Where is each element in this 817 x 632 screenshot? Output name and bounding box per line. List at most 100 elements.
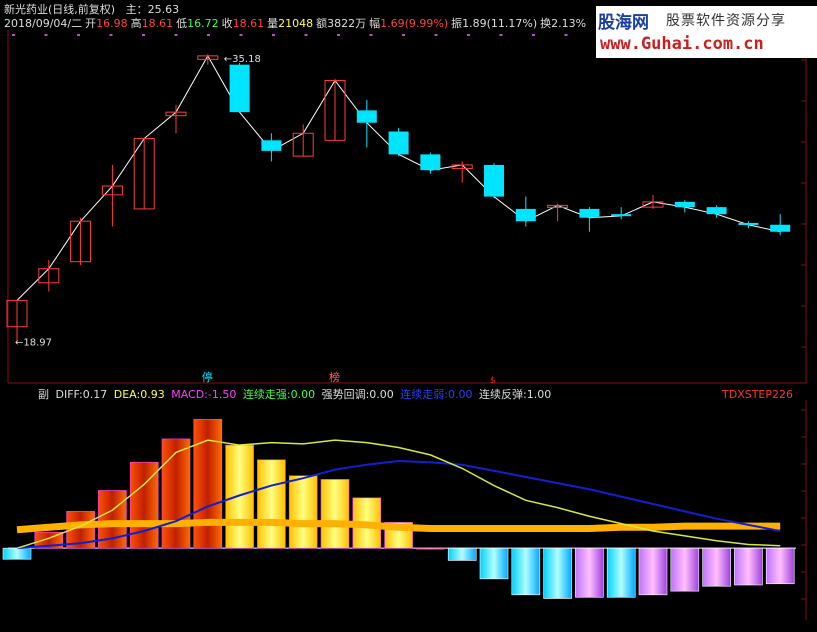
candle-body-down <box>356 110 377 123</box>
macd-bar <box>670 547 700 592</box>
header-dot <box>369 34 373 36</box>
macd-bar <box>606 547 636 598</box>
candle-body-down <box>261 140 282 151</box>
close-value: 18.61 <box>232 17 265 30</box>
rebound-value: 1.00 <box>526 388 552 401</box>
low-value: 16.72 <box>187 17 219 30</box>
candle-body-down <box>738 222 759 225</box>
logo-slogan: 股票软件资源分享 <box>666 13 786 29</box>
macd-bar <box>702 547 731 587</box>
candle-body-down <box>420 154 441 171</box>
weak-label: 连续走弱: <box>400 388 449 401</box>
amt-value: 3822万 <box>327 17 367 30</box>
candle <box>165 105 187 134</box>
sub-indicator-name: TDXSTEP226 <box>722 388 794 401</box>
candle-body-down <box>388 131 409 155</box>
candle <box>70 217 92 266</box>
candle <box>356 99 377 148</box>
high-value: 18.61 <box>141 17 174 30</box>
macd-bar <box>734 547 763 586</box>
macd-bar <box>575 547 604 598</box>
logo-name: 股海网 <box>598 13 649 33</box>
amp-value: 1.89(11.17%) <box>462 17 538 30</box>
macd-bar <box>765 547 795 585</box>
sub-header: 副 DIFF:0.17 DEA:0.93 MACD:-1.50 连续走强: 0.0… <box>38 388 554 401</box>
candle <box>706 205 727 218</box>
header-dot <box>564 34 568 36</box>
candle <box>101 164 123 227</box>
rebound-label: 连续反弹: <box>479 388 527 401</box>
dea-value: 0.93 <box>140 388 165 401</box>
low-label: 低 <box>176 17 188 30</box>
macd-bar <box>2 547 32 560</box>
candle-body-down <box>515 208 536 222</box>
candle-body-down <box>611 214 632 217</box>
header-dot <box>142 34 145 36</box>
candle-body-down <box>579 208 600 218</box>
candle-body-down <box>229 64 250 113</box>
header-dot <box>44 34 48 36</box>
header-dot <box>207 34 210 36</box>
open-label: 开 <box>85 17 97 30</box>
open-value: 16.98 <box>96 17 128 30</box>
candle <box>197 54 219 65</box>
candle <box>674 200 695 213</box>
candle <box>292 124 314 157</box>
header-dot <box>304 34 308 36</box>
max-price-label: ←35.18 <box>224 54 261 65</box>
header-row-2: 2018/09/04/二 开16.98 高18.61 低16.72 收18.61 量210… <box>4 17 589 30</box>
header-dot <box>532 34 535 36</box>
candle <box>547 203 569 222</box>
macd-bar <box>447 547 477 561</box>
macd-bar <box>479 547 509 580</box>
candle-body-down <box>770 224 791 232</box>
candle-body-down <box>674 201 695 208</box>
pullback-label: 强势回调: <box>321 388 370 401</box>
main-indicator: 主：25.63 <box>125 3 180 16</box>
candle <box>420 152 441 174</box>
macd-label: MACD: <box>171 388 208 401</box>
macd-bar <box>320 479 350 549</box>
high-label: 高 <box>130 17 142 30</box>
candle <box>324 78 346 141</box>
min-price-label: ←18.97 <box>15 337 52 348</box>
amt-label: 额 <box>316 17 328 30</box>
candle <box>770 214 791 236</box>
sub-title: 副 <box>38 388 49 401</box>
candle <box>229 62 250 113</box>
header-dot <box>499 34 503 36</box>
rank-marker: 榜 <box>329 370 340 384</box>
header-dot <box>402 34 405 36</box>
header-row-1: 新光药业(日线,前复权) 主：25.63 <box>4 3 182 16</box>
header-dot <box>337 34 340 36</box>
diff-label: DIFF: <box>55 388 83 401</box>
candle <box>6 299 28 341</box>
macd-bar <box>416 547 445 550</box>
macd-bar <box>543 547 572 599</box>
logo-url: www.Guhai.com.cn <box>600 34 764 54</box>
chart-svg: ←35.18 ←18.97 停 榜 $ <box>2 30 807 620</box>
header-dot <box>174 34 178 36</box>
chg-value: 1.69(9.99%) <box>380 17 449 30</box>
date-value: 2018/09/04/二 <box>4 17 83 30</box>
candle <box>579 207 600 232</box>
header-dot <box>77 34 80 36</box>
stock-title: 新光药业(日线,前复权) <box>4 3 116 16</box>
chart-stage: ←35.18 ←18.97 停 榜 $ 新光药业(日线,前复权) 主：25.63 201… <box>0 0 817 628</box>
red-marker: $ <box>490 376 496 386</box>
diff-value: 0.17 <box>82 388 108 401</box>
dea-label: DEA: <box>113 388 141 401</box>
macd-value: -1.50 <box>207 388 237 401</box>
header-dot <box>272 34 275 36</box>
candle-body-down <box>484 164 504 197</box>
candle-body-down <box>706 207 727 215</box>
macd-bar <box>193 418 223 549</box>
header-dot <box>12 34 15 36</box>
strong-label: 连续走强: <box>242 388 291 401</box>
macd-bar <box>225 444 254 549</box>
candle <box>388 127 409 157</box>
weak-value: 0.00 <box>448 388 473 401</box>
close-label: 收 <box>221 17 233 30</box>
site-logo: 股海网 股票软件资源分享 www.Guhai.com.cn <box>596 6 817 58</box>
macd-bar <box>638 547 668 596</box>
